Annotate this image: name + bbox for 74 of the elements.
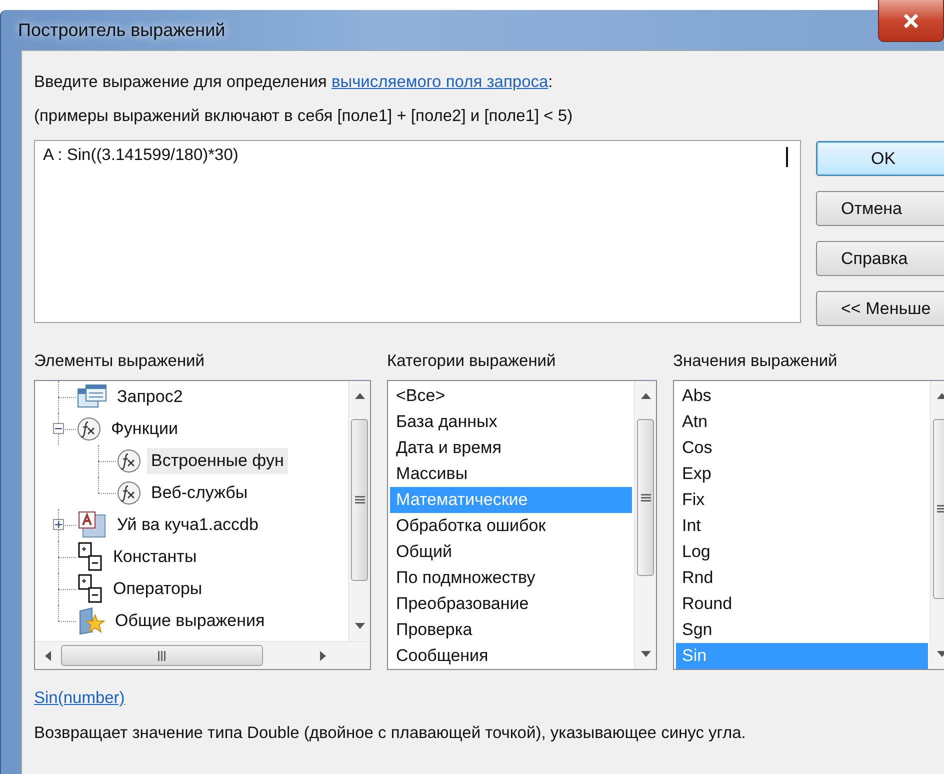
tree-item[interactable]: Веб-службы <box>147 480 252 506</box>
list-item[interactable]: Log <box>676 539 928 565</box>
list-item[interactable]: База данных <box>390 409 632 435</box>
list-item[interactable]: Sgn <box>676 617 928 643</box>
dialog-button[interactable]: Отмена <box>816 191 944 226</box>
example-text: (примеры выражений включают в себя [поле1] + [поле2] и [поле1] < 5) <box>34 106 574 127</box>
close-button[interactable] <box>878 0 944 42</box>
list-item[interactable]: Atn <box>676 409 928 435</box>
list-item[interactable]: По подмножеству <box>390 565 632 591</box>
list-item[interactable]: Дата и время <box>390 435 632 461</box>
expand-toggle[interactable] <box>53 519 64 530</box>
scroll-down-icon[interactable] <box>354 623 364 629</box>
dialog-button[interactable]: << Меньше <box>816 291 944 326</box>
list-item[interactable]: Массивы <box>390 461 632 487</box>
scroll-up-icon[interactable] <box>354 393 364 399</box>
function-description: Возвращает значение типа Double (двойное с плавающей точкой), указывающее синус угла. <box>34 723 747 744</box>
tree-item[interactable]: Функции <box>107 416 182 442</box>
list-item[interactable]: Сообщения <box>390 643 632 669</box>
list-item[interactable]: Fix <box>676 487 928 513</box>
help-link[interactable]: вычисляемого поля запроса <box>331 73 548 91</box>
grip-icon <box>157 650 167 660</box>
list-item[interactable]: Cos <box>676 435 928 461</box>
minus-icon <box>55 425 62 432</box>
function-icon <box>117 449 141 473</box>
window-title: Построитель выражений <box>18 20 226 40</box>
grip-icon <box>936 504 944 514</box>
book-star-icon <box>77 607 105 635</box>
tree-item[interactable]: Общие выражения <box>111 608 269 634</box>
list-item[interactable]: Exp <box>676 461 928 487</box>
plus-minus-icon <box>77 542 103 572</box>
function-icon <box>117 481 141 505</box>
table-icon <box>77 384 107 410</box>
dialog-button[interactable]: OK <box>816 141 944 176</box>
scroll-thumb[interactable] <box>61 645 263 666</box>
column-heading: Элементы выражений <box>34 352 206 372</box>
database-icon <box>77 511 107 539</box>
collapse-toggle[interactable] <box>53 423 64 434</box>
scroll-right-icon[interactable] <box>320 651 326 661</box>
dialog-button[interactable]: Справка <box>816 241 944 276</box>
scroll-thumb[interactable] <box>351 419 368 581</box>
scrollbar[interactable] <box>634 381 656 669</box>
scroll-down-icon[interactable] <box>640 651 650 657</box>
list-item[interactable]: Обработка ошибок <box>390 513 632 539</box>
close-icon <box>903 14 919 28</box>
grip-icon <box>354 495 364 505</box>
tree-item[interactable]: Встроенные фун <box>147 448 288 474</box>
scroll-up-icon[interactable] <box>640 393 650 399</box>
list-item[interactable]: Round <box>676 591 928 617</box>
scroll-down-icon[interactable] <box>936 651 944 657</box>
list-item[interactable]: Общий <box>390 539 632 565</box>
list-item[interactable]: <Все> <box>390 383 632 409</box>
list-item[interactable]: Проверка <box>390 617 632 643</box>
function-icon <box>77 417 101 441</box>
function-link[interactable]: Sin(number) <box>34 689 125 708</box>
column-heading: Категории выражений <box>387 352 557 372</box>
plus-minus-icon <box>77 574 103 604</box>
horizontal-scrollbar[interactable] <box>35 641 370 669</box>
scrollbar[interactable] <box>348 381 370 641</box>
grip-icon <box>640 492 650 502</box>
scroll-up-icon[interactable] <box>936 393 944 399</box>
list-item[interactable]: Int <box>676 513 928 539</box>
scroll-left-icon[interactable] <box>45 651 51 661</box>
scroll-thumb[interactable] <box>637 419 654 576</box>
list-item[interactable]: Преобразование <box>390 591 632 617</box>
tree-item[interactable]: Константы <box>109 544 201 570</box>
prompt-text: Введите выражение для определения вычисляемого поля запроса: <box>34 72 554 93</box>
plus-icon <box>55 521 62 528</box>
tree-item[interactable]: Уй ва куча1.accdb <box>113 512 262 538</box>
tree-item[interactable]: Запрос2 <box>113 384 187 410</box>
list-item[interactable]: Rnd <box>676 565 928 591</box>
expression-field[interactable]: A : Sin((3.141599/180)*30) <box>34 140 801 323</box>
tree-item[interactable]: Операторы <box>109 576 206 602</box>
list-item[interactable]: Abs <box>676 383 928 409</box>
column-heading: Значения выражений <box>673 352 838 372</box>
